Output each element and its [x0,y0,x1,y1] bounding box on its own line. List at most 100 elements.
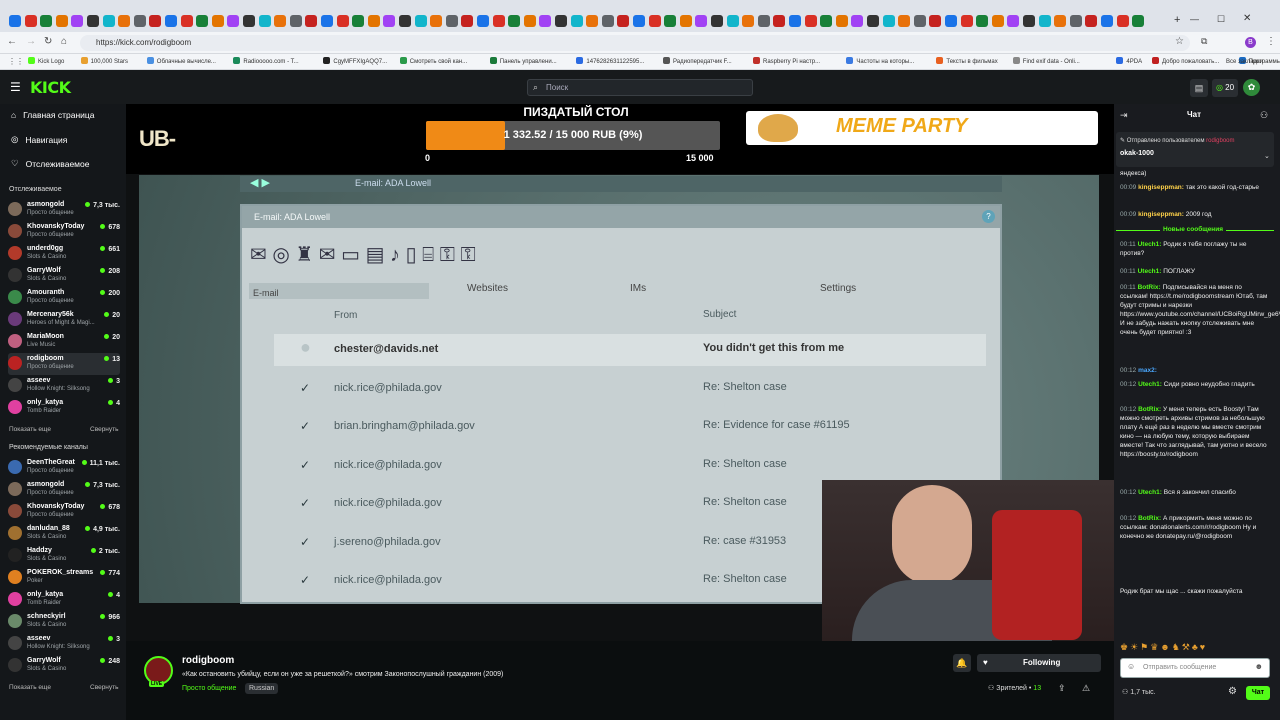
bookmark-item[interactable]: 4PDA [1116,54,1142,70]
tab-favicon[interactable] [227,15,240,27]
channel-item[interactable]: Amouranth Просто общение 200 [8,287,120,309]
bookmark-item[interactable]: Смотреть свой кан... [399,54,467,70]
tab-favicon[interactable] [1023,15,1035,27]
tab-favicon[interactable] [804,15,817,27]
channel-name[interactable]: rodigboom [182,655,234,666]
tab-favicon[interactable] [367,15,380,27]
chat-input[interactable]: ☺ Отправить сообщение ☻ [1120,658,1270,678]
back-icon[interactable]: ← [7,36,17,47]
channel-item[interactable]: rodigboom Просто общение 13 [8,353,120,375]
nav-home[interactable]: ⌂ Главная страница [11,110,95,120]
tab-favicon[interactable] [24,15,37,27]
bookmark-item[interactable]: Kick Logo [28,54,64,70]
tab-favicon[interactable] [196,15,209,27]
kick-logo[interactable]: KICK [30,78,71,97]
forward-icon[interactable]: → [26,36,36,47]
share-icon[interactable]: ⇪ [1058,683,1066,694]
tab-favicon[interactable] [1116,15,1129,27]
tab-favicon[interactable] [336,15,349,27]
tab-favicon[interactable] [820,15,833,27]
tab-favicon[interactable] [976,15,989,27]
bookmark-item[interactable]: Добро пожаловать... [1152,54,1219,70]
tab-favicon[interactable] [835,15,848,27]
tab-favicon[interactable] [617,15,630,27]
channel-item[interactable]: schneckyirl Slots & Casino 966 [8,611,120,633]
tab-favicon[interactable] [492,15,505,27]
channel-item[interactable]: only_katya Tomb Raider 4 [8,397,120,419]
collapse-link-2[interactable]: Свернуть [90,684,119,691]
tab-favicon[interactable] [508,15,521,27]
tab-favicon[interactable] [289,15,302,27]
chevron-down-icon[interactable]: ⌄ [1264,152,1270,160]
chat-username[interactable]: Utech1: [1138,489,1164,496]
tab-favicon[interactable] [523,15,536,27]
new-tab-button[interactable]: + [1174,14,1180,26]
tab-favicon[interactable] [711,15,723,27]
tab-favicon[interactable] [929,15,942,27]
bookmark-item[interactable]: Тексты в фильмах [936,54,998,70]
collapse-link[interactable]: Свернуть [90,426,119,433]
tab-favicon[interactable] [1132,15,1145,27]
tab-favicon[interactable] [414,15,427,27]
email-row[interactable]: ● chester@davids.net You didn't get this f… [274,334,986,366]
channel-item[interactable]: asmongold Просто общение 7,3 тыс. [8,199,120,221]
channel-item[interactable]: GarryWolf Slots & Casino 208 [8,265,120,287]
bookmark-star-icon[interactable]: ☆ [1175,36,1184,47]
tab-favicon[interactable] [570,15,583,27]
tab-favicon[interactable] [352,15,365,27]
tab-settings[interactable]: Settings [820,283,856,294]
stream-tag[interactable]: Russian [245,683,279,694]
bookmark-item[interactable]: Панель управлени... [489,54,557,70]
minimize-button[interactable]: — [1190,14,1199,24]
tab-favicon[interactable] [913,15,926,27]
tab-favicon[interactable] [882,15,895,27]
tab-ims[interactable]: IMs [630,283,646,294]
tab-favicon[interactable] [586,15,599,27]
home-icon[interactable]: ⌂ [61,36,67,47]
help-icon[interactable]: ? [982,210,995,223]
tab-favicon[interactable] [664,15,677,27]
url-input[interactable]: https://kick.com/rodigboom [80,35,1190,51]
bookmark-item[interactable]: 1476282631122595... [576,54,644,70]
menu-icon[interactable]: ☰ [10,80,21,94]
tab-favicon[interactable] [633,15,645,27]
show-more-link-2[interactable]: Показать еще [9,684,51,691]
bookmark-item[interactable]: Find exif data - Onli... [1012,54,1080,70]
extensions-icon[interactable]: ⧉ [1201,36,1207,47]
tab-favicon[interactable] [726,15,739,27]
tab-favicon[interactable] [960,15,973,27]
tab-favicon[interactable] [40,15,53,27]
follow-button[interactable]: ♥ Following [977,654,1101,672]
tab-favicon[interactable] [539,15,552,27]
stream-category[interactable]: Просто общение [182,685,236,692]
tab-favicon[interactable] [1054,15,1067,27]
chat-username[interactable]: Utech1: [1138,381,1164,388]
report-icon[interactable]: ⚠ [1082,683,1090,694]
bookmark-item[interactable]: Радиопередатчик F... [663,54,732,70]
tab-favicon[interactable] [851,15,864,27]
chat-username[interactable]: kingiseppman: [1138,211,1186,218]
bookmark-item[interactable]: Raspberry Pi настр... [753,54,820,70]
tab-favicon[interactable] [477,15,489,27]
layout-icon[interactable]: ▤ [1190,79,1208,97]
maximize-button[interactable]: ☐ [1217,14,1225,25]
close-window-button[interactable]: ✕ [1243,13,1251,24]
bookmark-item[interactable]: Облачные вычисле... [146,54,216,70]
emote-strip[interactable]: ♚☀⚑♛☻♞⚒♣♥ [1120,642,1270,654]
tab-favicon[interactable] [648,15,661,27]
channel-item[interactable]: only_katya Tomb Raider 4 [8,589,120,611]
tab-favicon[interactable] [695,15,708,27]
chat-username[interactable]: BotRix: [1138,284,1163,291]
email-row[interactable]: ✓ nick.rice@philada.gov Re: Shelton case [274,373,986,405]
tab-favicon[interactable] [274,15,287,27]
tab-favicon[interactable] [742,15,755,27]
channel-item[interactable]: danludan_88 Slots & Casino 4,9 тыс. [8,523,120,545]
bookmark-item[interactable]: CgyMFFXIgAQQ7... [323,54,387,70]
tab-favicon[interactable] [321,15,333,27]
chat-settings-icon[interactable]: ⚙ [1228,686,1237,697]
tab-favicon[interactable] [898,15,911,27]
tab-favicon[interactable] [991,15,1004,27]
tab-favicon[interactable] [149,15,162,27]
tab-favicon[interactable] [757,15,770,27]
all-bookmarks[interactable]: Все закладки [1226,54,1263,70]
